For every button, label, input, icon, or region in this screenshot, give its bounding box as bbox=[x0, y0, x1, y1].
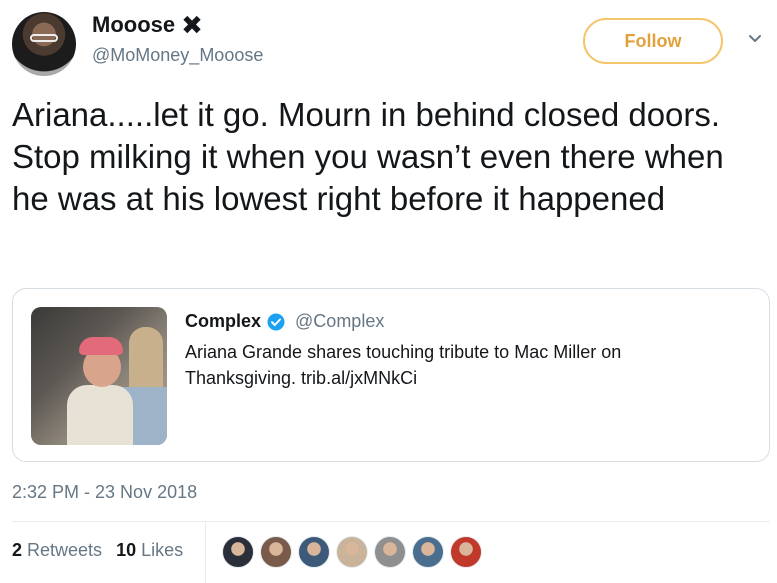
liker-avatar[interactable] bbox=[298, 536, 330, 568]
retweets-count: 2 bbox=[12, 540, 23, 560]
quoted-tweet-card[interactable]: Complex @Complex Ariana Grande shares to… bbox=[12, 288, 770, 462]
liker-avatar[interactable] bbox=[374, 536, 406, 568]
avatar-glasses-detail bbox=[30, 34, 58, 42]
engagement-stats: 2 Retweets 10 Likes bbox=[12, 540, 197, 561]
follow-button[interactable]: Follow bbox=[583, 18, 723, 64]
author-avatar[interactable] bbox=[12, 12, 76, 76]
cross-mark-emoji-icon: ✖ bbox=[181, 10, 203, 40]
likes-count: 10 bbox=[116, 540, 137, 560]
liker-avatar[interactable] bbox=[260, 536, 292, 568]
liker-avatar[interactable] bbox=[222, 536, 254, 568]
retweets-label: Retweets bbox=[27, 540, 103, 560]
liker-avatars bbox=[222, 536, 482, 568]
retweets-stat[interactable]: 2 Retweets bbox=[12, 540, 102, 561]
quoted-handle: @Complex bbox=[295, 311, 385, 331]
author-display-name[interactable]: Mooose bbox=[92, 12, 175, 38]
quoted-display-name: Complex bbox=[185, 311, 262, 331]
liker-avatar[interactable] bbox=[336, 536, 368, 568]
verified-badge-icon bbox=[267, 313, 285, 330]
stats-divider-top bbox=[12, 521, 770, 522]
author-name-row: Mooose ✖ bbox=[92, 12, 203, 38]
chevron-down-icon[interactable] bbox=[748, 32, 762, 46]
liker-avatar[interactable] bbox=[412, 536, 444, 568]
tweet-timestamp[interactable]: 2:32 PM - 23 Nov 2018 bbox=[12, 482, 197, 503]
author-handle[interactable]: @MoMoney_Mooose bbox=[92, 45, 263, 66]
likes-label: Likes bbox=[141, 540, 184, 560]
liker-avatar[interactable] bbox=[450, 536, 482, 568]
quoted-tweet-text: Ariana Grande shares touching tribute to… bbox=[185, 342, 622, 388]
quoted-tweet-image[interactable] bbox=[31, 307, 167, 445]
stats-divider-vertical bbox=[205, 522, 206, 583]
quoted-author-row: Complex @Complex bbox=[185, 311, 384, 332]
likes-stat[interactable]: 10 Likes bbox=[116, 540, 183, 561]
tweet-text: Ariana.....let it go. Mourn in behind cl… bbox=[12, 96, 724, 217]
